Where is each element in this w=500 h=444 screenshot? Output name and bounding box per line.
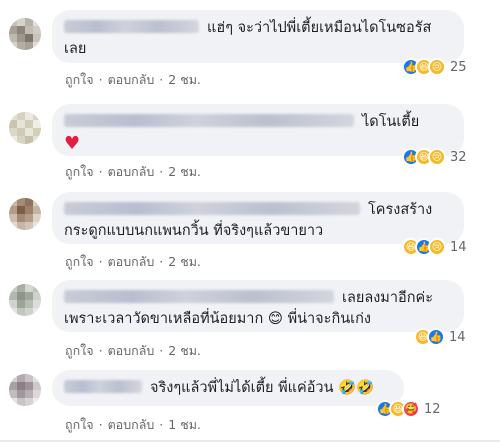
separator: · <box>98 164 103 179</box>
reaction-summary[interactable]: 👍 😆 😢 25 <box>402 56 467 78</box>
commenter-name[interactable] <box>64 380 142 393</box>
reply-link[interactable]: ตอบกลับ <box>108 341 155 361</box>
reaction-count: 25 <box>450 59 467 75</box>
comment-bubble: จริงๆแล้วพี่ไม่ได้เตี้ย พี่แค่อ้วน 🤣🤣 <box>52 370 404 406</box>
comment-actions: ถูกใจ · ตอบกลับ · 2 ชม. <box>65 162 201 182</box>
sad-icon: 😢 <box>428 58 446 76</box>
commenter-name[interactable] <box>64 20 199 33</box>
separator: · <box>98 343 103 358</box>
sad-icon: 😢 <box>428 238 446 256</box>
timestamp[interactable]: 1 ชม. <box>168 415 201 435</box>
timestamp[interactable]: 2 ชม. <box>168 70 201 90</box>
divider <box>0 440 500 442</box>
comment-text-line2: เลย <box>64 41 87 57</box>
separator: · <box>159 417 164 432</box>
like-icon: 👍 <box>427 328 445 346</box>
comment-text: โครงสร้าง <box>368 202 433 218</box>
reply-link[interactable]: ตอบกลับ <box>108 162 155 182</box>
separator: · <box>159 72 164 87</box>
like-link[interactable]: ถูกใจ <box>65 162 94 182</box>
commenter-name[interactable] <box>64 202 360 215</box>
heart-emoji: ♥ <box>64 133 81 154</box>
commenter-name[interactable] <box>64 290 334 303</box>
timestamp[interactable]: 2 ชม. <box>168 252 201 272</box>
like-link[interactable]: ถูกใจ <box>65 252 94 272</box>
comment-text: จริงๆแล้วพี่ไม่ได้เตี้ย พี่แค่อ้วน 🤣🤣 <box>150 380 375 396</box>
reaction-count: 32 <box>450 149 467 165</box>
like-link[interactable]: ถูกใจ <box>65 415 94 435</box>
sad-icon: 😢 <box>428 148 446 166</box>
reply-link[interactable]: ตอบกลับ <box>108 70 155 90</box>
reply-link[interactable]: ตอบกลับ <box>108 415 155 435</box>
comment-text-line2: เพราะเวลาวัดขาเหลือที่น้อยมาก 😊 พี่น่าจะ… <box>64 311 371 327</box>
timestamp[interactable]: 2 ชม. <box>168 162 201 182</box>
comment-text: ไดโนเตี้ย <box>362 114 420 130</box>
separator: · <box>98 254 103 269</box>
avatar[interactable] <box>9 198 41 230</box>
avatar[interactable] <box>9 18 41 50</box>
comment-actions: ถูกใจ · ตอบกลับ · 2 ชม. <box>65 341 201 361</box>
avatar[interactable] <box>9 112 41 144</box>
like-link[interactable]: ถูกใจ <box>65 341 94 361</box>
comment-bubble: เลยลงมาอีกค่ะ เพราะเวลาวัดขาเหลือที่น้อย… <box>52 280 464 332</box>
separator: · <box>159 254 164 269</box>
reaction-count: 14 <box>449 329 466 345</box>
comment-text-line2: กระดูกแบบนกแพนกวิ้น ที่จริงๆแล้วขายาว <box>64 223 324 239</box>
commenter-name[interactable] <box>64 114 354 127</box>
reaction-count: 14 <box>450 239 467 255</box>
comment-actions: ถูกใจ · ตอบกลับ · 2 ชม. <box>65 252 201 272</box>
reaction-summary[interactable]: 👍 😆 🥰 12 <box>376 398 441 420</box>
reaction-summary[interactable]: 😆 👍 14 <box>414 326 466 348</box>
separator: · <box>159 164 164 179</box>
timestamp[interactable]: 2 ชม. <box>168 341 201 361</box>
love-icon: 🥰 <box>402 400 420 418</box>
comment-text: แฮ่ๆ จะว่าไปพี่เตี้ยเหมือนไดโนซอรัส <box>207 20 432 36</box>
comment-actions: ถูกใจ · ตอบกลับ · 2 ชม. <box>65 70 201 90</box>
reaction-count: 12 <box>424 401 441 417</box>
avatar[interactable] <box>9 284 41 316</box>
reply-link[interactable]: ตอบกลับ <box>108 252 155 272</box>
separator: · <box>98 417 103 432</box>
comment-actions: ถูกใจ · ตอบกลับ · 1 ชม. <box>65 415 201 435</box>
separator: · <box>159 343 164 358</box>
comment-text: เลยลงมาอีกค่ะ <box>342 290 433 306</box>
like-link[interactable]: ถูกใจ <box>65 70 94 90</box>
reaction-summary[interactable]: 👍 😆 😢 32 <box>402 146 467 168</box>
separator: · <box>98 72 103 87</box>
reaction-summary[interactable]: 😆 👍 😢 14 <box>402 236 467 258</box>
avatar[interactable] <box>9 374 41 406</box>
